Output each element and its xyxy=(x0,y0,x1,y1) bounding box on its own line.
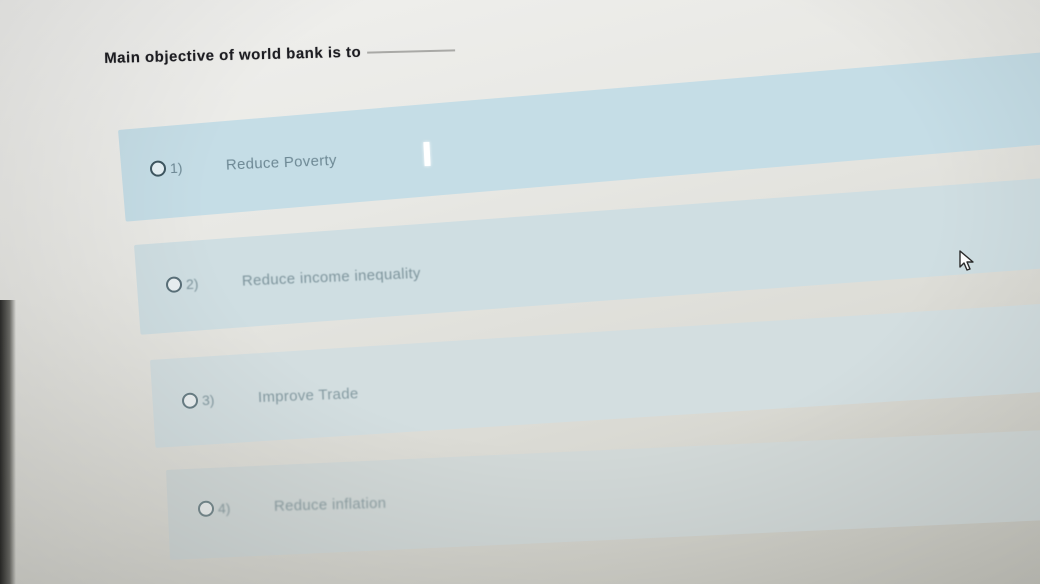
option-2-number: 2) xyxy=(185,275,199,292)
radio-button-icon[interactable] xyxy=(197,500,215,517)
option-4-background xyxy=(166,429,1040,560)
radio-button-icon[interactable] xyxy=(165,275,183,293)
option-3-number: 3) xyxy=(201,391,215,408)
radio-button-icon[interactable] xyxy=(181,391,199,409)
mouse-pointer-icon xyxy=(959,250,974,271)
option-4-label[interactable]: Reduce inflation xyxy=(274,495,387,515)
radio-button-icon[interactable] xyxy=(149,159,167,177)
option-1-number: 1) xyxy=(169,159,183,176)
answer-options: 1) Reduce Poverty 2) Reduce income inequ… xyxy=(0,0,1040,584)
text-caret xyxy=(423,141,431,167)
option-4-number: 4) xyxy=(217,499,231,516)
